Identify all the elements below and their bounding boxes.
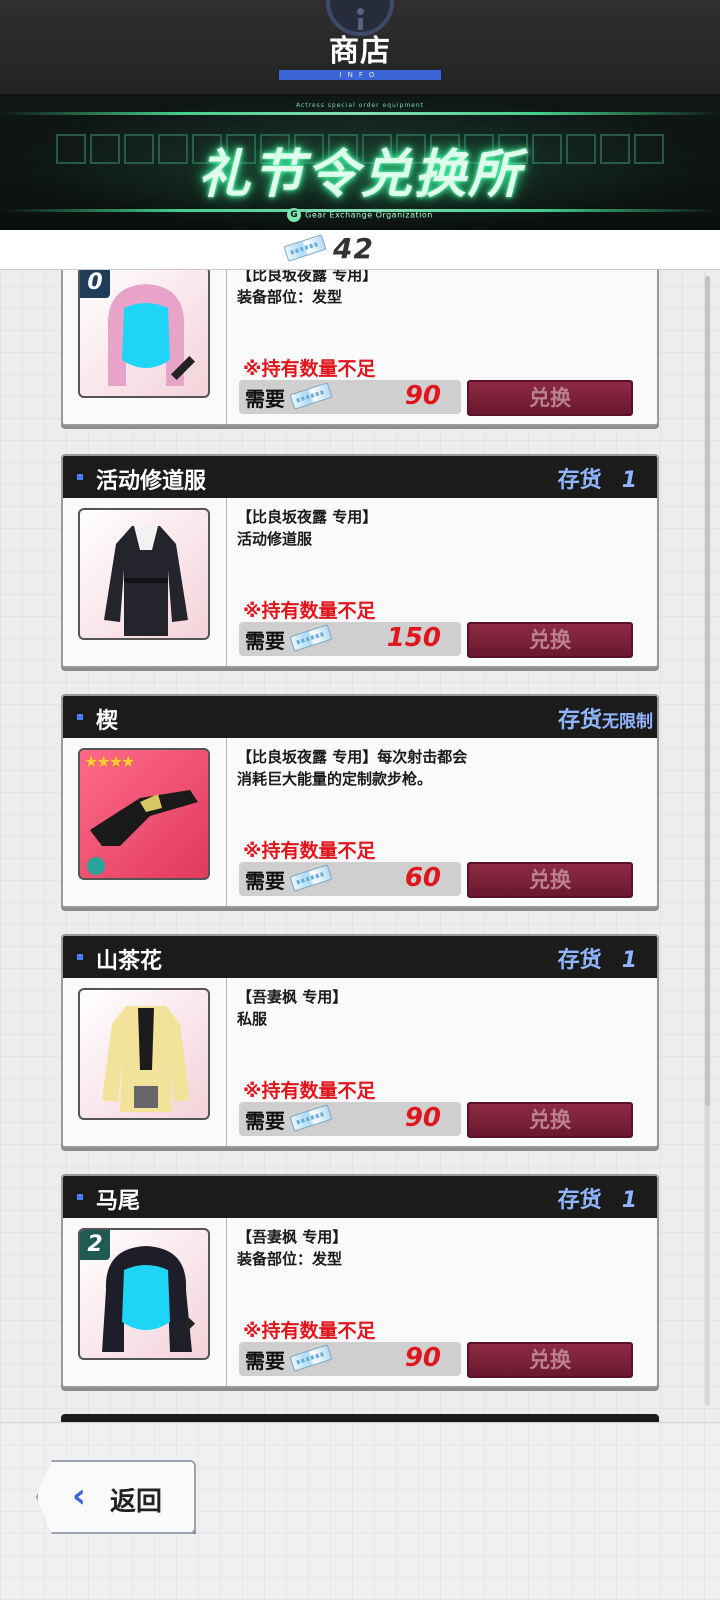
shop-item-card: 0 【比良坂夜露 专用】 装备部位：发型 ※持有数量不足 需要 90 兑换 [61, 270, 659, 426]
cost-box: 需要 90 [239, 380, 461, 414]
exchange-button[interactable]: 兑换 [467, 1102, 633, 1138]
card-header: 马尾 存货 1 [63, 1176, 657, 1218]
back-button[interactable]: ‹ 返回 [36, 1460, 196, 1534]
exchange-button[interactable]: 兑换 [467, 1342, 633, 1378]
banner-glow-line [0, 112, 720, 115]
ticket-icon [289, 1104, 333, 1132]
bullet-icon [77, 1194, 83, 1200]
need-label: 需要 [245, 869, 285, 893]
shop-item-card: 山茶花 存货 1 【吾妻枫 专用】 私服 ※持有数量不足 需要 90 兑换 [61, 934, 659, 1148]
bullet-icon [77, 954, 83, 960]
ticket-icon [289, 624, 333, 652]
item-list[interactable]: 0 【比良坂夜露 专用】 装备部位：发型 ※持有数量不足 需要 90 兑换 活动… [0, 270, 720, 1420]
banner-subtitle: G Gear Exchange Organization [0, 208, 720, 222]
need-label: 需要 [245, 387, 285, 411]
need-label: 需要 [245, 1349, 285, 1373]
outfit-black-icon[interactable] [78, 508, 210, 640]
bullet-icon [77, 714, 83, 720]
cost-value: 90 [404, 1343, 441, 1373]
item-description: 【比良坂夜露 专用】 装备部位：发型 [237, 270, 378, 306]
stock-info: 存货 1 [557, 1188, 637, 1213]
shop-item-card: 活动修道服 存货 1 【比良坂夜露 专用】 活动修道服 ※持有数量不足 需要 1… [61, 454, 659, 668]
page-title: 商店 [329, 34, 391, 69]
rifle-icon[interactable]: ★★★★ [78, 748, 210, 880]
item-name: 马尾 [96, 1189, 141, 1214]
item-description: 【吾妻枫 专用】 私服 [237, 988, 348, 1028]
rarity-stars: ★★★★ [84, 752, 135, 771]
insufficient-warning: ※持有数量不足 [243, 358, 376, 380]
cost-value: 150 [386, 623, 441, 653]
stock-info: 存货无限制 [557, 708, 653, 733]
item-description: 【比良坂夜露 专用】 活动修道服 [237, 508, 378, 548]
card-body: 0 【比良坂夜露 专用】 装备部位：发型 ※持有数量不足 需要 90 兑换 [63, 270, 657, 424]
cost-box: 需要 90 [239, 1102, 461, 1136]
banner-title: 礼节令兑换所 [197, 145, 522, 205]
shop-item-card: 楔 存货无限制 ★★★★ 【比良坂夜露 专用】每次射击都会 消耗巨大能量的定制款… [61, 694, 659, 908]
ticket-icon [289, 864, 333, 892]
card-body: ★★★★ 【比良坂夜露 专用】每次射击都会 消耗巨大能量的定制款步枪。 ※持有数… [63, 738, 657, 906]
rarity-badge: 0 [80, 270, 110, 298]
insufficient-warning: ※持有数量不足 [243, 1320, 376, 1342]
cost-value: 60 [404, 863, 441, 893]
cost-value: 90 [404, 381, 441, 411]
info-strip: INFO [279, 70, 441, 80]
item-name: 楔 [96, 709, 119, 734]
cost-box: 需要 60 [239, 862, 461, 896]
card-header: 山茶花 存货 1 [63, 936, 657, 978]
thumb-column [63, 498, 227, 666]
ticket-icon [289, 1344, 333, 1372]
outfit-yellow-icon[interactable] [78, 988, 210, 1120]
exchange-banner: Actress special order equipment 礼节令兑换所 G… [0, 96, 720, 230]
rarity-badge: 2 [80, 1230, 110, 1260]
exchange-button[interactable]: 兑换 [467, 380, 633, 416]
thumb-column: 0 [63, 270, 227, 424]
item-description: 【比良坂夜露 专用】每次射击都会 消耗巨大能量的定制款步枪。 [237, 748, 468, 788]
hair-black-icon[interactable]: 2 [78, 1228, 210, 1360]
stock-info: 存货 1 [557, 948, 637, 973]
banner-caption: Actress special order equipment [295, 102, 425, 109]
insufficient-warning: ※持有数量不足 [243, 600, 376, 622]
hair-pink-icon[interactable]: 0 [78, 270, 210, 398]
card-header: 楔 存货无限制 [63, 696, 657, 738]
stock-info: 存货 1 [557, 468, 637, 493]
card-header: 活动修道服 存货 1 [63, 456, 657, 498]
card-body: 【吾妻枫 专用】 私服 ※持有数量不足 需要 90 兑换 [63, 978, 657, 1146]
item-name: 活动修道服 [96, 469, 207, 494]
cost-value: 90 [404, 1103, 441, 1133]
top-header: 商店 INFO [0, 0, 720, 96]
item-description: 【吾妻枫 专用】 装备部位：发型 [237, 1228, 348, 1268]
card-body: 2 【吾妻枫 专用】 装备部位：发型 ※持有数量不足 需要 90 兑换 [63, 1218, 657, 1386]
item-name: 山茶花 [96, 949, 163, 974]
ticket-icon [289, 382, 333, 410]
insufficient-warning: ※持有数量不足 [243, 1080, 376, 1102]
thumb-column: ★★★★ [63, 738, 227, 906]
thumb-column: 2 [63, 1218, 227, 1386]
exchange-button[interactable]: 兑换 [467, 622, 633, 658]
thumb-column [63, 978, 227, 1146]
back-label: 返回 [110, 1487, 163, 1517]
shop-item-card: 马尾 存货 1 2 【吾妻枫 专用】 装备部位：发型 ※持有数量不足 需要 90… [61, 1174, 659, 1388]
insufficient-warning: ※持有数量不足 [243, 840, 376, 862]
need-label: 需要 [245, 1109, 285, 1133]
gear-logo-icon: G [287, 208, 302, 222]
bullet-icon [77, 474, 83, 480]
cost-box: 需要 150 [239, 622, 461, 656]
currency-count: 42 [333, 232, 374, 265]
cost-box: 需要 90 [239, 1342, 461, 1376]
exchange-button[interactable]: 兑换 [467, 862, 633, 898]
chevron-left-icon: ‹ [72, 1476, 87, 1516]
need-label: 需要 [245, 629, 285, 653]
card-body: 【比良坂夜露 专用】 活动修道服 ※持有数量不足 需要 150 兑换 [63, 498, 657, 666]
banner-subtitle-text: Gear Exchange Organization [305, 210, 433, 220]
